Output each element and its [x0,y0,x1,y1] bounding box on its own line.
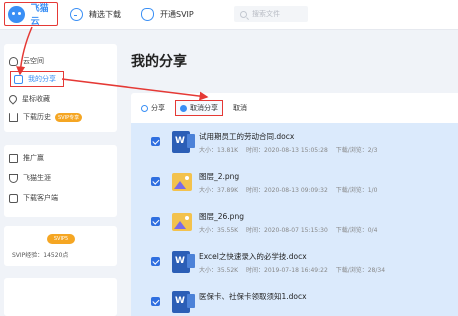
cancel-button[interactable]: 取消 [233,100,247,116]
file-name[interactable]: 图层_2.png [199,171,239,182]
sidebar-item-label: 云空间 [23,57,44,65]
sidebar-item-download-client[interactable]: 下载客户端 [9,191,58,205]
download-circle-icon [70,8,83,21]
download-history-icon [9,112,18,122]
row-checkbox[interactable] [151,257,160,266]
sidebar-item-my-shares[interactable]: 我的分享 [10,71,64,87]
file-list: 试用期员工的劳动合同.docx 大小：13.81K 时间：2020-08-13 … [131,123,458,316]
sidebar-item-label: 推广赢 [23,154,44,162]
file-time: 时间：2019-07-18 16:49:22 [246,267,328,274]
crown-icon [141,8,154,21]
file-size: 大小：35.52K [199,267,239,274]
file-row[interactable]: 试用期员工的劳动合同.docx 大小：13.81K 时间：2020-08-13 … [131,123,458,163]
svip-only-badge: SVIP专享 [55,112,83,122]
cloud-icon [9,56,18,66]
sidebar-bottom-card [4,278,117,316]
word-file-icon [172,131,195,153]
top-bar: 飞猫云 精选下载 开通SVIP [0,0,458,30]
file-time: 时间：2020-08-07 15:15:30 [246,227,328,234]
file-size: 大小：13.81K [199,147,239,154]
svip-level-badge: SVIP5 [47,234,75,244]
file-meta: 大小：37.89K 时间：2020-08-13 09:09:32 下载/浏览：1… [199,185,383,194]
sidebar-main-menu: 云空间 我的分享 星标收藏 下载历史 SVIP专享 [4,44,117,132]
sidebar-item-promotion[interactable]: 推广赢 [9,151,44,165]
row-checkbox[interactable] [151,297,160,306]
file-stats: 下载/浏览：28/34 [335,267,386,274]
client-icon [9,193,18,203]
file-name[interactable]: 医保卡、社保卡领取须知1.docx [199,291,307,302]
row-checkbox[interactable] [151,177,160,186]
file-row[interactable]: 图层_26.png 大小：35.55K 时间：2020-08-07 15:15:… [131,203,458,243]
file-size: 大小：35.55K [199,227,239,234]
heart-icon [7,93,19,105]
file-meta: 大小：13.81K 时间：2020-08-13 15:05:28 下载/浏览：2… [199,145,383,154]
cancel-share-icon [180,104,187,112]
svip-experience-text: SVIP经验：14520点 [12,252,69,259]
word-file-icon [172,291,195,313]
sidebar-item-label: 下载历史 [23,113,51,121]
file-size: 大小：37.89K [199,187,239,194]
word-file-icon [172,251,195,273]
logo-text: 飞猫云 [30,4,49,27]
file-stats: 下载/浏览：2/3 [335,147,378,154]
logo-button[interactable]: 飞猫云 [4,2,58,27]
search-input[interactable] [252,10,304,18]
image-file-icon [172,173,192,191]
sidebar-secondary-menu: 推广赢 飞猫生涯 下载客户端 [4,145,117,217]
file-stats: 下载/浏览：0/4 [335,227,378,234]
page-title: 我的分享 [131,54,187,70]
nav-featured-downloads[interactable]: 精选下载 [70,8,121,21]
vip-card: SVIP5 SVIP经验：14520点 [4,226,117,266]
nav-open-svip[interactable]: 开通SVIP [141,8,194,21]
share-button-label: 分享 [151,104,165,112]
cancel-share-label: 取消分享 [190,104,218,112]
file-meta: 大小：35.52K 时间：2019-07-18 16:49:22 下载/浏览：2… [199,265,391,274]
sidebar-item-label: 我的分享 [28,75,56,83]
sidebar-item-download-history[interactable]: 下载历史 SVIP专享 [9,110,83,124]
sidebar-item-starred[interactable]: 星标收藏 [7,92,50,106]
row-checkbox[interactable] [151,217,160,226]
nav-svip-label: 开通SVIP [160,10,194,19]
trophy-icon [9,173,18,183]
sidebar-item-label: 星标收藏 [22,95,50,103]
search-box[interactable] [234,6,308,22]
share-small-icon [141,104,148,112]
share-toolbar: 分享 取消分享 取消 [141,99,257,117]
file-name[interactable]: 试用期员工的劳动合同.docx [199,131,294,142]
share-button[interactable]: 分享 [141,100,165,116]
cancel-button-label: 取消 [233,104,247,112]
promo-icon [9,153,18,163]
file-meta: 大小：35.55K 时间：2020-08-07 15:15:30 下载/浏览：0… [199,225,383,234]
file-name[interactable]: Excel之快速录入的必学技.docx [199,251,307,262]
file-stats: 下载/浏览：1/0 [335,187,378,194]
sidebar-item-label: 飞猫生涯 [23,174,51,182]
row-checkbox[interactable] [151,137,160,146]
file-time: 时间：2020-08-13 09:09:32 [246,187,328,194]
file-time: 时间：2020-08-13 15:05:28 [246,147,328,154]
image-file-icon [172,213,192,231]
nav-featured-label: 精选下载 [89,10,121,19]
file-row[interactable]: 医保卡、社保卡领取须知1.docx [131,283,458,316]
file-row[interactable]: Excel之快速录入的必学技.docx 大小：35.52K 时间：2019-07… [131,243,458,283]
share-icon [14,74,23,84]
sidebar-item-label: 下载客户端 [23,194,58,202]
file-name[interactable]: 图层_26.png [199,211,244,222]
cat-logo-icon [8,5,25,23]
file-row[interactable]: 图层_2.png 大小：37.89K 时间：2020-08-13 09:09:3… [131,163,458,203]
cancel-share-button[interactable]: 取消分享 [175,100,223,116]
main-content: 分享 取消分享 取消 试用期员工的劳动合同.docx 大小：13.81K 时间：… [131,93,458,316]
sidebar-item-cloud-space[interactable]: 云空间 [9,54,44,68]
search-icon [240,10,247,18]
sidebar-item-career[interactable]: 飞猫生涯 [9,171,51,185]
